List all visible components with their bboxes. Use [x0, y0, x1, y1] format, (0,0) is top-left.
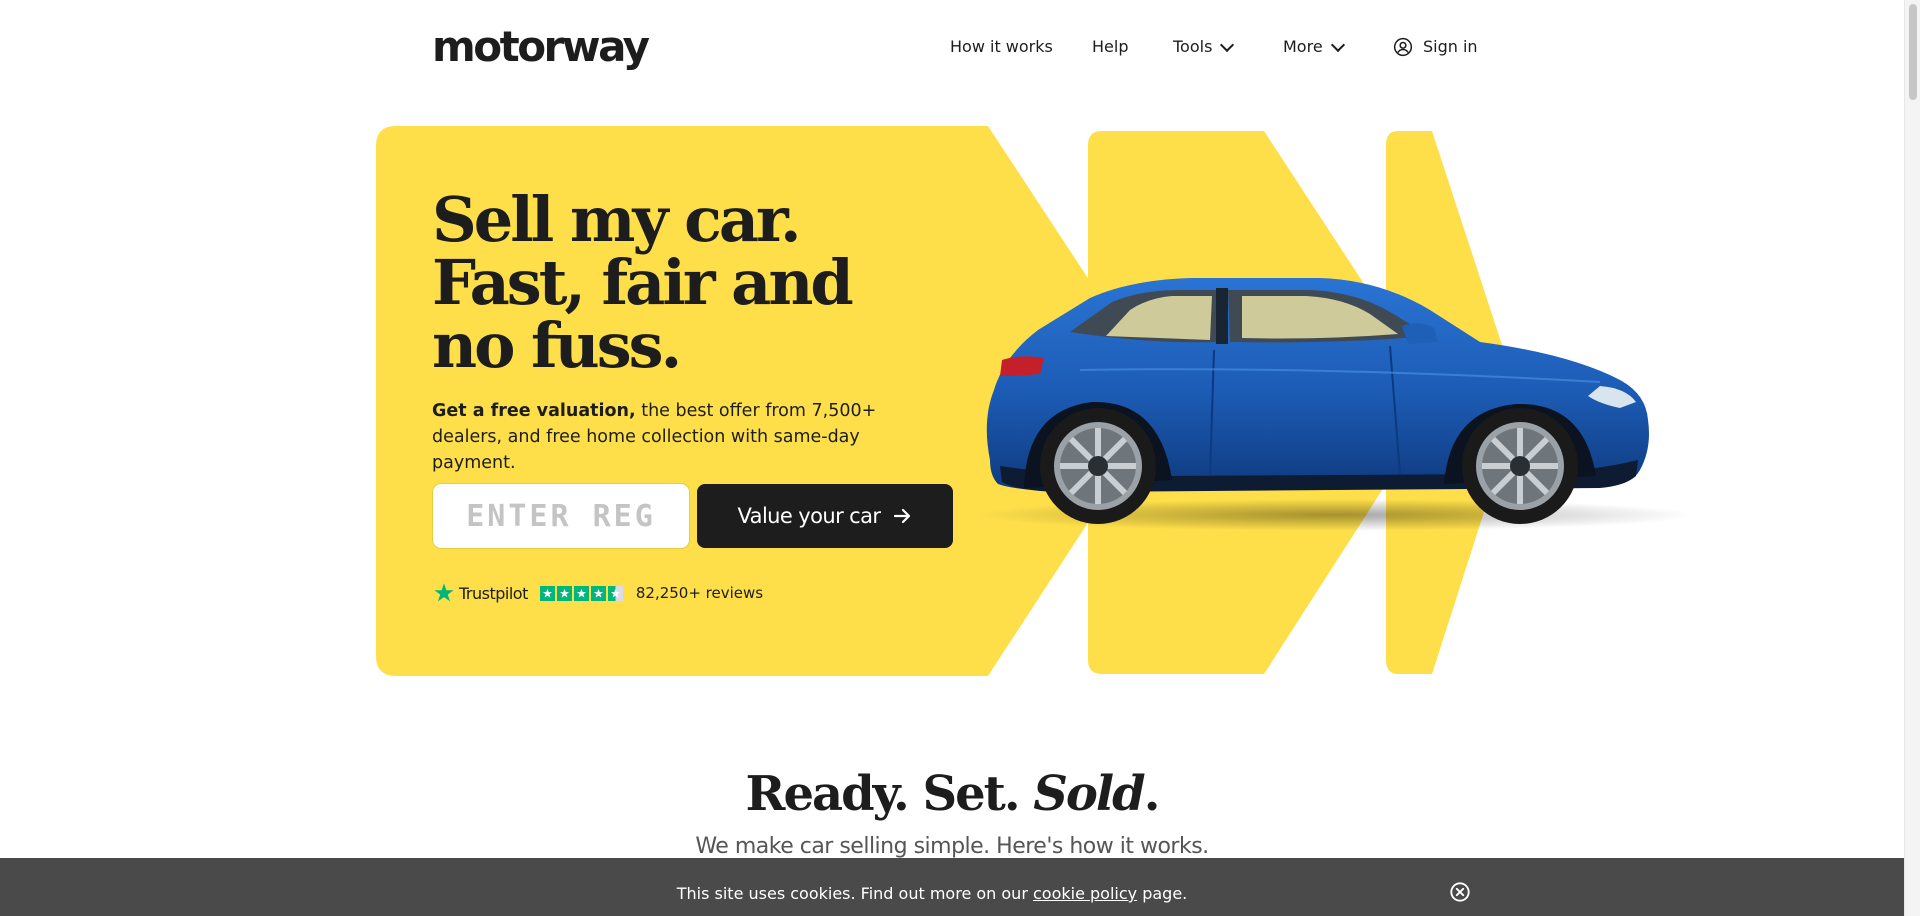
nav-how-it-works[interactable]: How it works [950, 34, 1053, 60]
scrollbar-thumb[interactable] [1909, 4, 1917, 100]
section-title-italic: Sold [1033, 766, 1145, 822]
review-count: 82,250+ reviews [635, 584, 764, 602]
nav-help[interactable]: Help [1092, 34, 1128, 60]
rear-wheel [1040, 408, 1156, 524]
nav-tools-dropdown[interactable]: Tools [1173, 34, 1235, 60]
headline-line-3: no fuss. [432, 309, 682, 382]
car-image [975, 278, 1695, 531]
trustpilot-rating[interactable]: Trustpilot 82,250+ reviews [433, 580, 763, 606]
nav-help-label: Help [1092, 37, 1129, 56]
cookie-text-before: This site uses cookies. Find out more on… [676, 884, 1033, 903]
scrollbar[interactable] [1904, 0, 1920, 916]
sign-in-link[interactable]: Sign in [1393, 34, 1478, 60]
headline-line-2: Fast, fair and [432, 246, 854, 319]
hero-subtext: Get a free valuation, the best offer fro… [432, 398, 912, 476]
user-icon [1393, 37, 1413, 57]
chevron-down-icon [1330, 37, 1345, 52]
arrow-right-icon [894, 508, 911, 524]
cookie-message: This site uses cookies. Find out more on… [0, 884, 1864, 903]
reg-input[interactable] [433, 484, 689, 548]
motorway-logo[interactable]: motorway [432, 22, 650, 72]
front-wheel [1462, 408, 1578, 524]
page: Sell my car. Fast, fair and no fuss. Get… [0, 0, 1904, 916]
cookie-banner: This site uses cookies. Find out more on… [0, 858, 1904, 916]
cookie-text-after: page. [1137, 884, 1188, 903]
trustpilot-stars [539, 585, 625, 601]
chevron-down-icon [1220, 37, 1235, 52]
headline-line-1: Sell my car. [432, 183, 802, 256]
half-star-icon [607, 585, 623, 601]
site-header: motorway How it works Help Tools More Si… [0, 0, 1904, 94]
nav-how-it-works-label: How it works [950, 37, 1053, 56]
section-title-end: . [1143, 766, 1161, 822]
hero: Sell my car. Fast, fair and no fuss. Get… [0, 0, 1904, 700]
star-icon [573, 585, 589, 601]
trustpilot-star-icon [434, 583, 454, 602]
cookie-policy-link[interactable]: cookie policy [1033, 884, 1137, 903]
nav-more-label: More [1283, 37, 1323, 56]
section-title: Ready. Set. Sold. [0, 764, 1904, 824]
hero-headline: Sell my car. Fast, fair and no fuss. [432, 183, 854, 382]
sign-in-label: Sign in [1423, 37, 1478, 56]
star-icon [590, 585, 606, 601]
close-icon[interactable] [1449, 881, 1471, 903]
value-your-car-label: Value your car [737, 504, 881, 528]
subtext-bold: Get a free valuation, [432, 401, 636, 421]
trustpilot-name: Trustpilot [459, 583, 528, 603]
value-your-car-button[interactable]: Value your car [697, 484, 953, 548]
nav-tools-label: Tools [1173, 37, 1213, 56]
star-icon [539, 585, 555, 601]
star-icon [556, 585, 572, 601]
section-title-plain: Ready. Set. [745, 766, 1034, 822]
nav-more-dropdown[interactable]: More [1283, 34, 1345, 60]
